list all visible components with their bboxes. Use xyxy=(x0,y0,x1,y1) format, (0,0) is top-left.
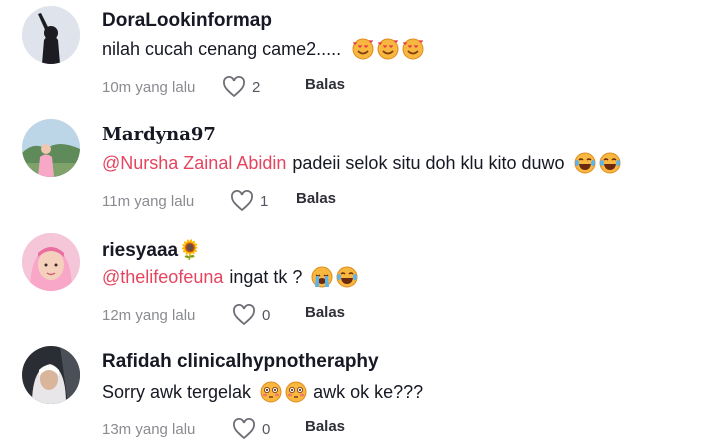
comment-body: ingat tk ? xyxy=(229,266,303,287)
comment-time: 13m yang lalu xyxy=(102,420,196,438)
avatar[interactable] xyxy=(22,346,80,404)
avatar[interactable] xyxy=(22,6,80,64)
comment-text: @thelifeofeuna ingat tk ? xyxy=(102,266,358,288)
reply-button[interactable]: Balas xyxy=(305,304,345,321)
comment-body: nilah cucah cenang came2..... xyxy=(102,38,342,59)
comment-body: padeii selok situ doh klu kito duwo xyxy=(292,152,565,173)
like-count: 1 xyxy=(260,192,269,210)
avatar[interactable] xyxy=(22,119,80,177)
reply-button[interactable]: Balas xyxy=(305,418,345,435)
comment-meta: 11m yang lalu 1 xyxy=(102,190,268,212)
smiling-face-hearts-icon xyxy=(377,38,399,60)
flushed-face-icon xyxy=(285,381,307,403)
heart-icon xyxy=(233,304,255,326)
comment-text: @Nursha Zainal Abidin padeii selok situ … xyxy=(102,152,621,174)
avatar[interactable] xyxy=(22,233,80,291)
comment-mention[interactable]: @thelifeofeuna xyxy=(102,267,223,288)
smiling-face-hearts-icon xyxy=(352,38,374,60)
comment-username[interactable]: 𝐌𝐚𝐫𝐝𝐲𝐧𝐚𝟗𝟕 xyxy=(102,124,216,145)
comment-body-after: awk ok ke??? xyxy=(313,381,424,402)
comment-text: Sorry awk tergelak awk ok ke??? xyxy=(102,381,423,403)
like-button[interactable]: 2 xyxy=(222,76,260,98)
comment-mention[interactable]: @Nursha Zainal Abidin xyxy=(102,153,286,174)
smiling-face-hearts-icon xyxy=(402,38,424,60)
like-count: 0 xyxy=(262,420,271,438)
comment-text: nilah cucah cenang came2..... xyxy=(102,38,424,60)
comment-meta: 10m yang lalu 2 xyxy=(102,76,260,98)
comment-time: 11m yang lalu xyxy=(102,192,195,210)
heart-icon xyxy=(233,418,255,440)
flushed-face-icon xyxy=(260,381,282,403)
comment-username[interactable]: Rafidah clinicalhypnotheraphy xyxy=(102,351,379,373)
heart-icon xyxy=(223,76,245,98)
heart-icon xyxy=(231,190,253,212)
comment-username[interactable]: DoraLookinformap xyxy=(102,10,272,32)
tears-of-joy-icon xyxy=(574,152,596,174)
like-count: 2 xyxy=(252,78,261,96)
comment-meta: 13m yang lalu 0 xyxy=(102,418,270,440)
tears-of-joy-icon xyxy=(336,266,358,288)
comment-meta: 12m yang lalu 0 xyxy=(102,304,270,326)
comment-username[interactable]: riesyaaa🌻 xyxy=(102,238,202,262)
reply-button[interactable]: Balas xyxy=(296,190,336,207)
loudly-crying-icon xyxy=(311,266,333,288)
like-button[interactable]: 1 xyxy=(230,190,268,212)
like-count: 0 xyxy=(262,306,271,324)
reply-button[interactable]: Balas xyxy=(305,76,345,93)
comment-time: 12m yang lalu xyxy=(102,306,196,324)
like-button[interactable]: 0 xyxy=(232,418,270,440)
like-button[interactable]: 0 xyxy=(232,304,270,326)
comment-body: Sorry awk tergelak xyxy=(102,381,252,402)
comment-time: 10m yang lalu xyxy=(102,78,196,96)
tears-of-joy-icon xyxy=(599,152,621,174)
